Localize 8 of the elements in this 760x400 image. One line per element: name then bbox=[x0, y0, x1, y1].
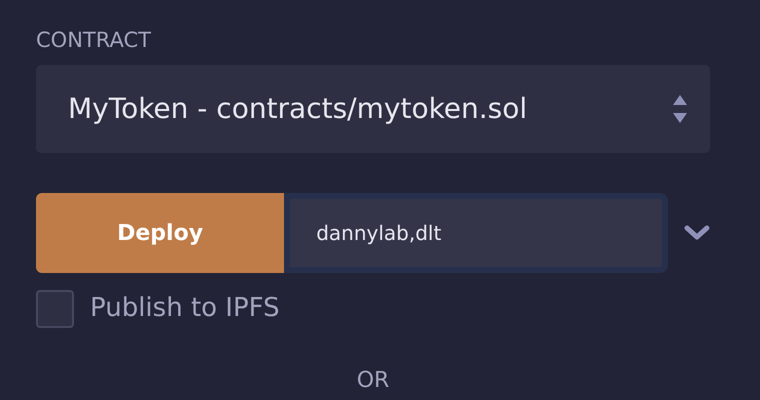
contract-select[interactable]: MyToken - contracts/mytoken.sol bbox=[36, 65, 710, 153]
contract-label: CONTRACT bbox=[36, 30, 152, 51]
chevron-down-icon[interactable] bbox=[684, 225, 710, 241]
up-down-icon bbox=[672, 94, 688, 124]
checkbox[interactable] bbox=[36, 290, 74, 328]
separator-text: OR bbox=[356, 367, 390, 395]
publish-label: Publish to IPFS bbox=[90, 292, 280, 325]
constructor-args-field[interactable]: dannylab,dlt bbox=[284, 193, 668, 273]
